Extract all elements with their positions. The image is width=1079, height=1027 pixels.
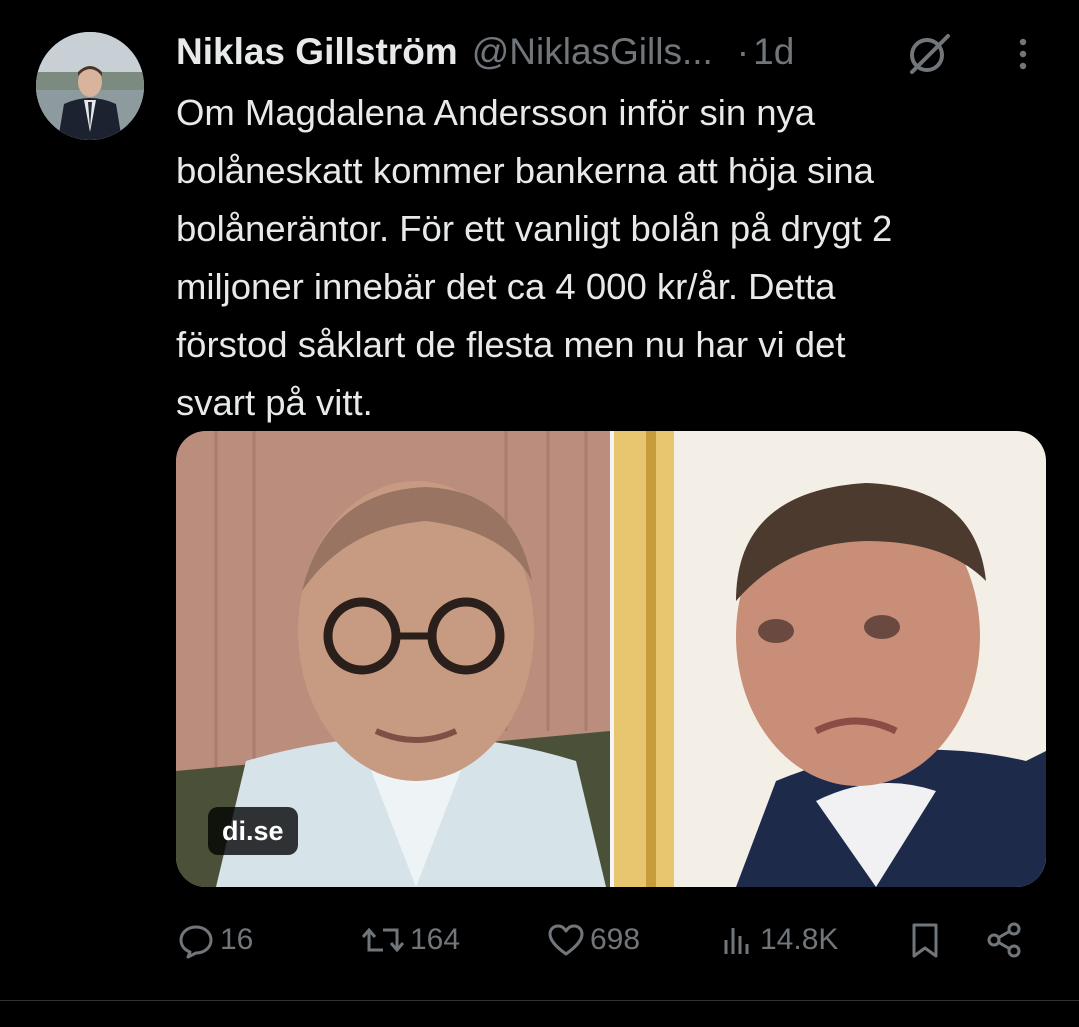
media-source-badge: di.se — [208, 807, 298, 855]
avatar[interactable] — [36, 32, 144, 140]
more-icon[interactable] — [1008, 34, 1038, 74]
tweet-media[interactable]: di.se — [176, 431, 1046, 887]
views-button[interactable]: 14.8K — [720, 912, 838, 968]
grok-icon[interactable] — [904, 28, 954, 78]
timestamp[interactable]: 1d — [753, 31, 794, 73]
tweet-header: Niklas Gillström @NiklasGills... · 1d — [176, 26, 794, 78]
tweet[interactable]: Niklas Gillström @NiklasGills... · 1d Om… — [0, 0, 1079, 1027]
repost-count: 164 — [410, 923, 461, 956]
author-handle[interactable]: @NiklasGills... — [472, 31, 713, 73]
author-name[interactable]: Niklas Gillström — [176, 31, 458, 73]
like-button[interactable]: 698 — [546, 912, 640, 968]
bookmark-button[interactable] — [908, 912, 942, 968]
bookmark-icon — [908, 920, 942, 960]
action-bar: 16 164 698 14.8K — [176, 912, 1036, 968]
tweet-text: Om Magdalena Andersson inför sin nya bol… — [176, 92, 893, 423]
heart-icon — [546, 920, 586, 960]
views-icon — [720, 920, 756, 960]
separator-dot: · — [736, 31, 750, 72]
reply-icon — [176, 920, 216, 960]
repost-button[interactable]: 164 — [360, 912, 460, 968]
divider — [0, 1000, 1079, 1001]
reply-count: 16 — [220, 923, 254, 956]
repost-icon — [360, 920, 406, 960]
like-count: 698 — [590, 923, 641, 956]
share-button[interactable] — [984, 912, 1024, 968]
media-photo — [176, 431, 1046, 887]
views-count: 14.8K — [760, 923, 839, 956]
reply-button[interactable]: 16 — [176, 912, 253, 968]
share-icon — [984, 920, 1024, 960]
